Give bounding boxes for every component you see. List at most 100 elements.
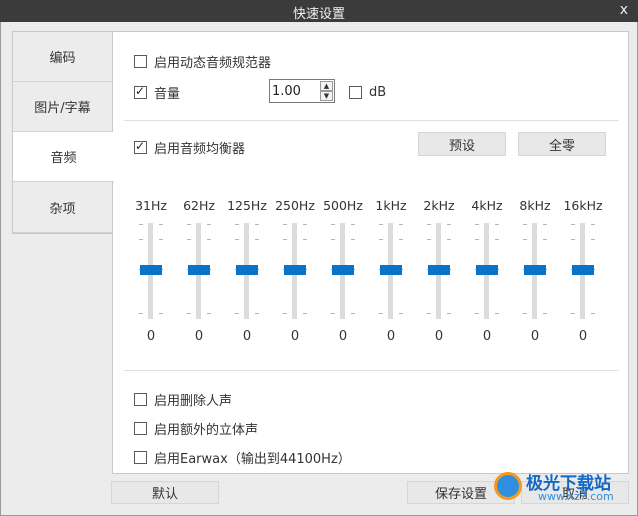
- remove-vocals-option[interactable]: 启用删除人声: [134, 390, 232, 409]
- dynamic-normalizer-option[interactable]: 启用动态音频规范器: [134, 52, 272, 71]
- extra-stereo-label: 启用额外的立体声: [154, 422, 259, 438]
- eq-value-label: 0: [578, 329, 588, 344]
- eq-tick-mark: [235, 224, 239, 225]
- zero-all-button[interactable]: 全零: [518, 132, 606, 156]
- eq-tick-mark: [591, 239, 595, 240]
- brand-logo-icon: [494, 472, 522, 500]
- eq-tick-mark: [303, 239, 307, 240]
- eq-band: 16kHz 0: [559, 198, 607, 348]
- eq-tick-mark: [591, 224, 595, 225]
- extra-stereo-checkbox[interactable]: [134, 421, 147, 435]
- eq-tick-mark: [571, 239, 575, 240]
- eq-tick-mark: [379, 224, 383, 225]
- eq-slider-thumb[interactable]: [284, 265, 306, 275]
- eq-slider-thumb[interactable]: [572, 265, 594, 275]
- eq-value-label: 0: [338, 329, 348, 344]
- eq-band: 62Hz 0: [175, 198, 223, 348]
- equalizer-option[interactable]: ✓ 启用音频均衡器: [134, 138, 246, 157]
- tab-image-subtitle[interactable]: 图片/字幕: [13, 82, 112, 132]
- eq-tick-mark: [187, 224, 191, 225]
- remove-vocals-checkbox[interactable]: [134, 392, 147, 406]
- eq-tick-mark: [571, 313, 575, 314]
- tab-label: 杂项: [49, 202, 76, 217]
- checkmark-icon: ✓: [135, 138, 146, 153]
- tab-audio[interactable]: 音频: [13, 132, 114, 182]
- eq-tick-mark: [475, 239, 479, 240]
- eq-tick-mark: [283, 239, 287, 240]
- eq-tick-mark: [187, 239, 191, 240]
- eq-tick-mark: [159, 239, 163, 240]
- eq-tick-mark: [255, 313, 259, 314]
- eq-tick-mark: [447, 313, 451, 314]
- eq-tick-mark: [207, 239, 211, 240]
- eq-frequency-label: 1kHz: [375, 198, 407, 213]
- eq-value-label: 0: [146, 329, 156, 344]
- eq-tick-mark: [255, 239, 259, 240]
- eq-value-label: 0: [434, 329, 444, 344]
- volume-input[interactable]: [272, 82, 318, 100]
- preset-button[interactable]: 预设: [418, 132, 506, 156]
- db-checkbox[interactable]: [349, 85, 362, 99]
- eq-value-label: 0: [386, 329, 396, 344]
- spin-down-icon[interactable]: ▼: [320, 91, 333, 101]
- eq-tick-mark: [207, 224, 211, 225]
- tab-list: 编码 图片/字幕 音频 杂项: [12, 31, 114, 234]
- eq-slider-thumb[interactable]: [524, 265, 546, 275]
- eq-frequency-label: 16kHz: [563, 198, 603, 213]
- eq-tick-mark: [351, 239, 355, 240]
- eq-tick-mark: [351, 313, 355, 314]
- tab-encoding[interactable]: 编码: [13, 32, 112, 82]
- extra-stereo-option[interactable]: 启用额外的立体声: [134, 419, 259, 438]
- volume-option[interactable]: ✓ 音量: [134, 83, 181, 102]
- dynamic-normalizer-label: 启用动态音频规范器: [154, 55, 272, 71]
- eq-band: 125Hz 0: [223, 198, 271, 348]
- eq-frequency-label: 8kHz: [519, 198, 551, 213]
- eq-tick-mark: [495, 239, 499, 240]
- eq-tick-mark: [427, 313, 431, 314]
- volume-label: 音量: [154, 86, 181, 102]
- eq-frequency-label: 4kHz: [471, 198, 503, 213]
- eq-slider-thumb[interactable]: [380, 265, 402, 275]
- watermark: 极光下载站 www.xz7.com: [494, 468, 634, 508]
- eq-slider-thumb[interactable]: [188, 265, 210, 275]
- default-button[interactable]: 默认: [111, 481, 219, 504]
- eq-tick-mark: [543, 239, 547, 240]
- eq-tick-mark: [379, 239, 383, 240]
- eq-tick-mark: [139, 224, 143, 225]
- eq-tick-mark: [283, 313, 287, 314]
- eq-band: 1kHz 0: [367, 198, 415, 348]
- eq-slider-thumb[interactable]: [332, 265, 354, 275]
- eq-tick-mark: [139, 313, 143, 314]
- equalizer-checkbox[interactable]: ✓: [134, 138, 147, 154]
- spin-up-icon[interactable]: ▲: [320, 81, 333, 91]
- dynamic-normalizer-checkbox[interactable]: [134, 54, 147, 68]
- tab-label: 编码: [49, 51, 76, 66]
- eq-tick-mark: [571, 224, 575, 225]
- eq-slider-thumb[interactable]: [236, 265, 258, 275]
- eq-slider-thumb[interactable]: [428, 265, 450, 275]
- earwax-option[interactable]: 启用Earwax（输出到44100Hz）: [134, 448, 351, 467]
- earwax-label: 启用Earwax（输出到44100Hz）: [154, 451, 351, 467]
- eq-tick-mark: [591, 313, 595, 314]
- eq-tick-mark: [303, 224, 307, 225]
- eq-slider-thumb[interactable]: [140, 265, 162, 275]
- eq-value-label: 0: [290, 329, 300, 344]
- db-option[interactable]: dB: [349, 83, 386, 101]
- eq-tick-mark: [303, 313, 307, 314]
- eq-band: 4kHz 0: [463, 198, 511, 348]
- eq-band: 2kHz 0: [415, 198, 463, 348]
- eq-tick-mark: [351, 224, 355, 225]
- eq-band: 8kHz 0: [511, 198, 559, 348]
- volume-checkbox[interactable]: ✓: [134, 84, 147, 99]
- close-button[interactable]: x: [620, 2, 628, 18]
- eq-slider-thumb[interactable]: [476, 265, 498, 275]
- eq-tick-mark: [543, 313, 547, 314]
- equalizer-label: 启用音频均衡器: [154, 141, 246, 157]
- earwax-checkbox[interactable]: [134, 450, 147, 464]
- eq-tick-mark: [207, 313, 211, 314]
- eq-tick-mark: [495, 313, 499, 314]
- eq-tick-mark: [523, 239, 527, 240]
- tab-misc[interactable]: 杂项: [13, 183, 112, 233]
- eq-tick-mark: [255, 224, 259, 225]
- eq-frequency-label: 500Hz: [323, 198, 363, 213]
